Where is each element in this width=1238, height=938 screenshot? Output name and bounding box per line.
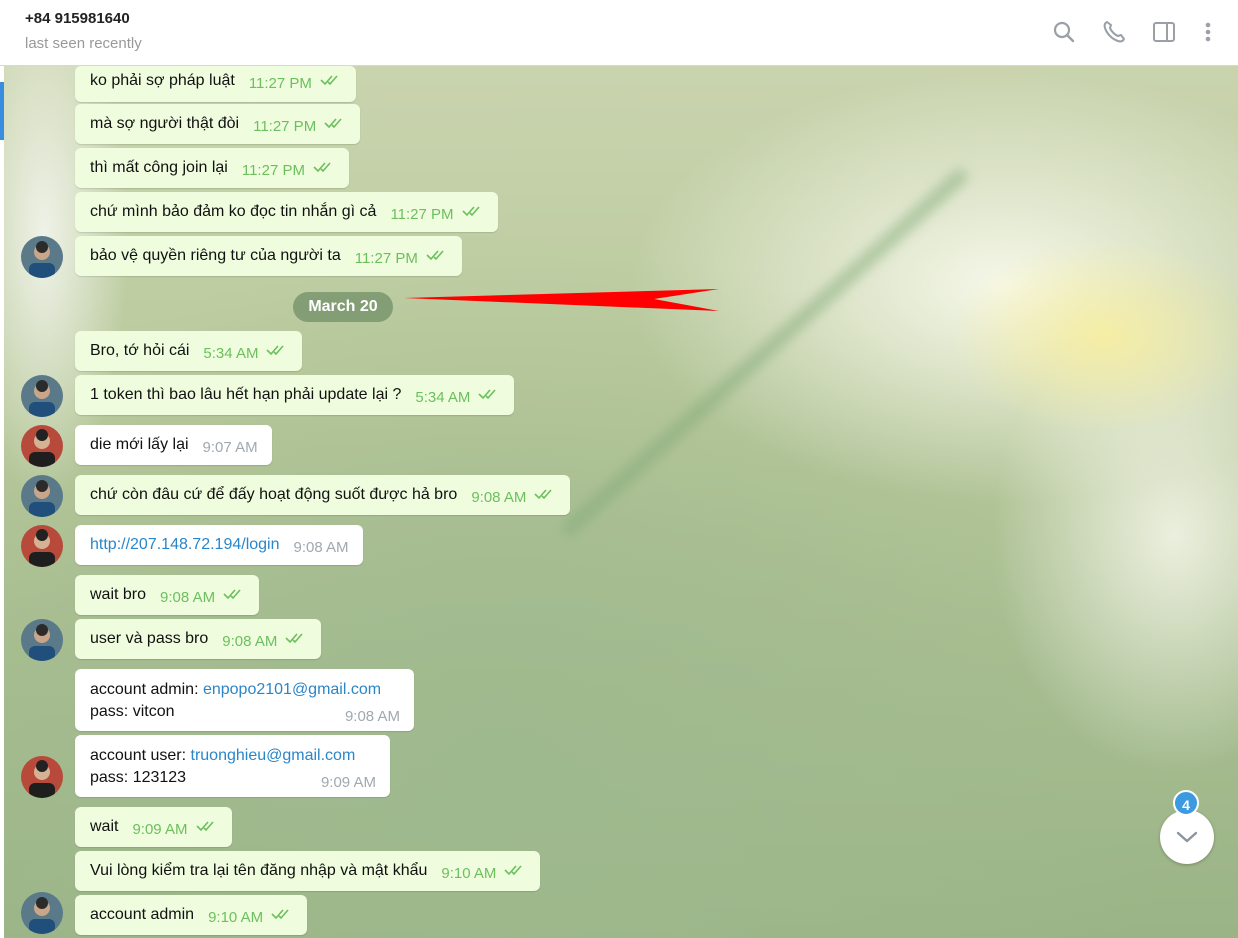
message-bubble[interactable]: ko phải sợ pháp luật 11:27 PM: [75, 66, 356, 102]
message-time: 9:08 AM: [471, 489, 527, 506]
message-time: 11:27 PM: [390, 206, 454, 223]
background-wallpaper: [559, 166, 970, 539]
message-text: chứ mình bảo đảm ko đọc tin nhắn gì cả: [90, 203, 377, 220]
double-check-icon: [195, 820, 218, 832]
double-check-icon: [426, 249, 448, 261]
search-icon[interactable]: [1050, 18, 1078, 46]
chat-header: +84 915981640 last seen recently: [0, 0, 1238, 66]
message-time: 9:09 AM: [320, 774, 376, 791]
avatar[interactable]: [21, 236, 63, 278]
avatar[interactable]: [21, 425, 63, 467]
message-time: 11:27 PM: [354, 250, 418, 267]
message-time: 9:08 AM: [293, 539, 349, 556]
message-time: 9:08 AM: [160, 589, 216, 606]
sidebar-toggle-icon[interactable]: [1150, 18, 1178, 46]
message-time: 11:27 PM: [241, 162, 305, 179]
message-text: chứ còn đâu cứ để đấy hoạt động suốt đượ…: [90, 486, 458, 503]
message-text: mà sợ người thật đòi: [90, 115, 240, 132]
message-bubble[interactable]: http://207.148.72.194/login 9:08 AM: [75, 525, 363, 565]
scroll-to-bottom-button[interactable]: [1160, 810, 1214, 864]
message-bubble[interactable]: account user: truonghieu@gmail.com pass:…: [75, 735, 390, 797]
message-text: user và pass bro: [90, 630, 209, 647]
message-text: account admin: [90, 906, 195, 923]
annotation-arrow: [404, 289, 719, 311]
message-bubble[interactable]: Bro, tớ hỏi cái 5:34 AM: [75, 331, 303, 371]
unread-count-badge: 4: [1173, 790, 1199, 816]
double-check-icon: [504, 864, 526, 876]
message-bubble[interactable]: wait 9:09 AM: [75, 807, 232, 847]
message-text: wait: [90, 818, 119, 835]
avatar[interactable]: [21, 475, 63, 517]
double-check-icon: [271, 908, 293, 920]
message-text: Bro, tớ hỏi cái: [90, 342, 190, 359]
more-vertical-icon[interactable]: [1194, 18, 1222, 46]
avatar[interactable]: [21, 892, 63, 934]
message-time: 5:34 AM: [415, 389, 471, 406]
message-time: 5:34 AM: [203, 345, 259, 362]
message-bubble[interactable]: account admin: enpopo2101@gmail.com pass…: [75, 669, 414, 731]
message-text: account admin:: [90, 681, 203, 698]
message-time: 9:07 AM: [202, 439, 258, 456]
message-time: 9:08 AM: [222, 633, 278, 650]
double-check-icon: [320, 74, 342, 86]
avatar[interactable]: [21, 619, 63, 661]
chevron-down-icon: [1176, 831, 1198, 843]
message-time: 11:27 PM: [248, 75, 312, 92]
avatar[interactable]: [21, 525, 63, 567]
message-bubble[interactable]: user và pass bro 9:08 AM: [75, 619, 322, 659]
message-bubble[interactable]: mà sợ người thật đòi 11:27 PM: [75, 104, 361, 144]
message-bubble[interactable]: chứ còn đâu cứ để đấy hoạt động suốt đượ…: [75, 475, 571, 515]
double-check-icon: [313, 161, 335, 173]
double-check-icon: [534, 488, 556, 500]
message-list[interactable]: ko phải sợ pháp luật 11:27 PM mà sợ người…: [4, 66, 1238, 938]
message-text: ko phải sợ pháp luật: [90, 72, 235, 89]
email-link[interactable]: enpopo2101@gmail.com: [203, 681, 381, 698]
message-line: account user: truonghieu@gmail.com: [90, 745, 376, 767]
message-text: Vui lòng kiểm tra lại tên đăng nhập và m…: [90, 862, 428, 879]
message-time: 9:08 AM: [344, 708, 400, 725]
message-time: 9:10 AM: [441, 865, 497, 882]
message-text: bảo vệ quyền riêng tư của người ta: [90, 247, 341, 264]
email-link[interactable]: truonghieu@gmail.com: [191, 747, 356, 764]
message-link[interactable]: http://207.148.72.194/login: [90, 536, 280, 553]
avatar[interactable]: [21, 756, 63, 798]
message-time: 11:27 PM: [253, 118, 317, 135]
avatar[interactable]: [21, 375, 63, 417]
double-check-icon: [461, 205, 484, 217]
double-check-icon: [478, 388, 500, 400]
message-time: 9:09 AM: [132, 821, 188, 838]
double-check-icon: [266, 344, 288, 356]
message-bubble[interactable]: wait bro 9:08 AM: [75, 575, 260, 615]
active-chat-indicator: [0, 82, 4, 140]
contact-name[interactable]: +84 915981640: [25, 10, 130, 27]
message-line: account admin: enpopo2101@gmail.com: [90, 679, 400, 701]
date-separator: March 20: [293, 292, 393, 322]
message-text: die mới lấy lại: [90, 436, 189, 453]
message-bubble[interactable]: 1 token thì bao lâu hết hạn phải update …: [75, 375, 515, 415]
last-seen-status: last seen recently: [25, 35, 142, 52]
phone-icon[interactable]: [1100, 18, 1128, 46]
message-time: 9:10 AM: [208, 909, 264, 926]
message-bubble[interactable]: Vui lòng kiểm tra lại tên đăng nhập và m…: [75, 851, 541, 891]
message-bubble[interactable]: thì mất công join lại 11:27 PM: [75, 148, 349, 188]
message-text: wait bro: [90, 586, 147, 603]
double-check-icon: [285, 632, 307, 644]
message-bubble[interactable]: account admin 9:10 AM: [75, 895, 308, 935]
message-text: 1 token thì bao lâu hết hạn phải update …: [90, 386, 402, 403]
message-bubble[interactable]: bảo vệ quyền riêng tư của người ta 11:27 …: [75, 236, 462, 276]
message-bubble[interactable]: chứ mình bảo đảm ko đọc tin nhắn gì cả 11…: [75, 192, 498, 232]
message-bubble[interactable]: die mới lấy lại 9:07 AM: [75, 425, 272, 465]
double-check-icon: [324, 117, 346, 129]
double-check-icon: [223, 588, 245, 600]
message-text: account user:: [90, 747, 191, 764]
message-text: thì mất công join lại: [90, 159, 228, 176]
